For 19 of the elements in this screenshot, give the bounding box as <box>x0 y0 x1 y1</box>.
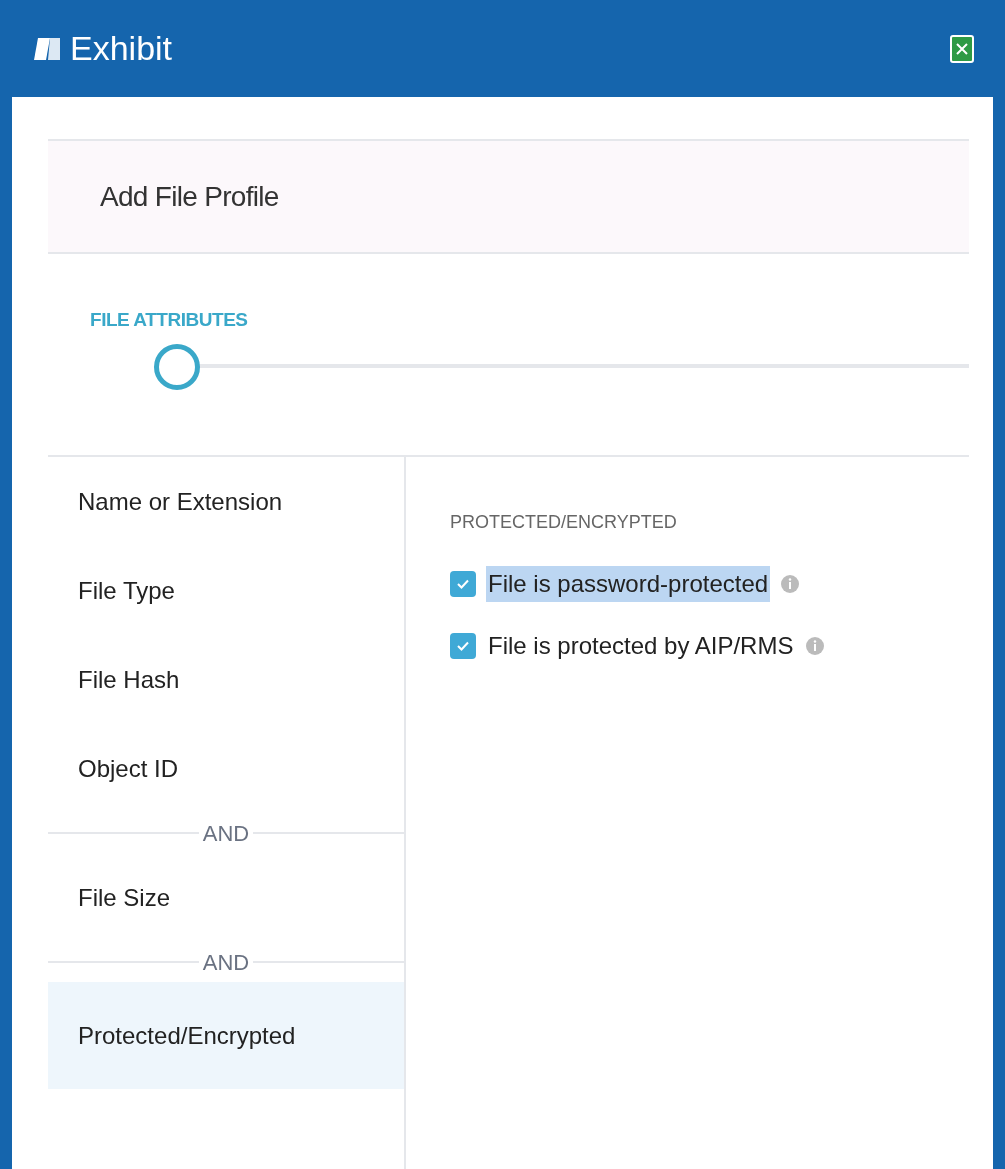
step-indicator <box>154 344 200 390</box>
window-title: Exhibit <box>70 28 173 69</box>
sidebar-item[interactable]: File Type <box>48 546 404 635</box>
sidebar-item[interactable]: Object ID <box>48 724 404 813</box>
option-label: File is password-protected <box>486 566 771 602</box>
and-separator-label: AND <box>201 948 251 977</box>
option-label: File is protected by AIP/RMS <box>487 631 795 661</box>
checkbox[interactable] <box>450 571 476 597</box>
sidebar-item[interactable]: Name or Extension <box>48 457 404 546</box>
and-separator-label: AND <box>201 819 251 848</box>
info-icon[interactable] <box>805 636 826 656</box>
step-label: FILE ATTRIBUTES <box>90 308 248 332</box>
section-heading: PROTECTED/ENCRYPTED <box>450 511 678 534</box>
sidebar-item[interactable]: File Size <box>48 853 404 942</box>
info-icon[interactable] <box>780 574 801 594</box>
checkbox[interactable] <box>450 633 476 659</box>
sidebar-item[interactable]: File Hash <box>48 635 404 724</box>
sidebar-item[interactable]: Protected/Encrypted <box>48 982 404 1089</box>
profile-title: Add File Profile <box>100 179 279 214</box>
